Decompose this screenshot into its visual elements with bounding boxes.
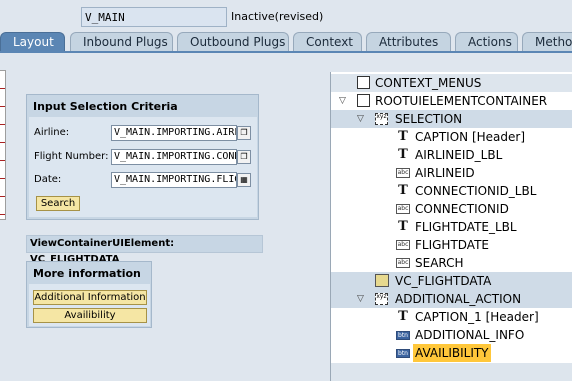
- input-icon: abc: [396, 240, 410, 250]
- collapse-icon[interactable]: ▽: [339, 96, 349, 106]
- view-name-field[interactable]: V_MAIN: [81, 7, 227, 27]
- input-icon: abc: [396, 258, 410, 268]
- tab-outbound-plugs[interactable]: Outbound Plugs: [177, 32, 289, 52]
- tree-item-caption[interactable]: T CAPTION [Header]: [331, 128, 572, 146]
- tree-item-selection[interactable]: ▽ xyz SELECTION: [331, 110, 572, 128]
- tree-item-additional-info[interactable]: btn ADDITIONAL_INFO: [331, 326, 572, 344]
- tab-layout[interactable]: Layout: [0, 32, 65, 52]
- tab-attributes[interactable]: Attributes: [366, 32, 451, 52]
- box-icon: [357, 94, 370, 107]
- more-information-body: Additional Information Availibility: [29, 284, 150, 326]
- tree-item-context-menus[interactable]: CONTEXT_MENUS: [331, 74, 572, 92]
- collapse-icon[interactable]: ▽: [357, 114, 367, 124]
- tab-methods[interactable]: Methods: [522, 32, 572, 52]
- additional-information-button[interactable]: Additional Information: [33, 290, 147, 305]
- tab-underline: [0, 51, 572, 53]
- tree-item-flightdate-lbl[interactable]: T FLIGHTDATE_LBL: [331, 218, 572, 236]
- tree-item-rootuielementcontainer[interactable]: ▽ ROOTUIELEMENTCONTAINER: [331, 92, 572, 110]
- collapse-icon[interactable]: ▽: [357, 294, 367, 304]
- input-icon: abc: [396, 168, 410, 178]
- label-icon: T: [398, 183, 408, 198]
- button-icon: btn: [396, 331, 410, 340]
- tab-actions[interactable]: Actions: [455, 32, 518, 52]
- input-icon: abc: [396, 204, 410, 214]
- availibility-button[interactable]: Availibility: [33, 308, 147, 323]
- tree-item-vc-flightdata[interactable]: VC_FLIGHTDATA: [331, 272, 572, 290]
- tree-item-connectionid[interactable]: abc CONNECTIONID: [331, 200, 572, 218]
- date-label: Date:: [34, 174, 62, 185]
- tab-context[interactable]: Context: [293, 32, 362, 52]
- date-input[interactable]: V_MAIN.IMPORTING.FLIGHTDATE: [111, 172, 237, 188]
- tree-item-availibility[interactable]: btn AVAILIBILITY: [331, 344, 572, 362]
- flight-number-label: Flight Number:: [34, 151, 109, 162]
- tree-item-airlineid-lbl[interactable]: T AIRLINEID_LBL: [331, 146, 572, 164]
- more-information-title: More information: [33, 267, 141, 280]
- view-status-text: Inactive(revised): [231, 10, 324, 23]
- input-selection-body: Airline: V_MAIN.IMPORTING.AIRLINEID ❐ Fl…: [29, 117, 257, 217]
- view-container-icon: [375, 274, 389, 287]
- button-icon: btn: [396, 349, 410, 358]
- input-selection-title: Input Selection Criteria: [33, 100, 178, 113]
- tree-item-flightdate[interactable]: abc FLIGHTDATE: [331, 236, 572, 254]
- left-scroll-strip[interactable]: [0, 70, 6, 220]
- airline-label: Airline:: [34, 127, 70, 138]
- more-information-group: More information Additional Information …: [26, 261, 152, 328]
- view-container-element[interactable]: ViewContainerUIElement: VC_FLIGHTDATA: [26, 235, 263, 265]
- tree-bottom-area: [331, 363, 572, 381]
- input-selection-group: Input Selection Criteria Airline: V_MAIN…: [26, 94, 259, 220]
- group-icon: xyz: [375, 293, 388, 305]
- caption-icon: T: [398, 129, 408, 144]
- tree-item-additional-action[interactable]: ▽ xyz ADDITIONAL_ACTION: [331, 290, 572, 308]
- tree-item-connectionid-lbl[interactable]: T CONNECTIONID_LBL: [331, 182, 572, 200]
- airline-input[interactable]: V_MAIN.IMPORTING.AIRLINEID: [111, 125, 237, 141]
- caption-icon: T: [398, 309, 408, 324]
- group-icon: xyz: [375, 113, 388, 125]
- tree-item-search[interactable]: abc SEARCH: [331, 254, 572, 272]
- flight-number-help-icon[interactable]: ❐: [237, 150, 251, 164]
- search-button[interactable]: Search: [36, 196, 80, 211]
- label-icon: T: [398, 147, 408, 162]
- tree-item-airlineid[interactable]: abc AIRLINEID: [331, 164, 572, 182]
- flight-number-input[interactable]: V_MAIN.IMPORTING.CONNECTIONID: [111, 149, 237, 165]
- tab-inbound-plugs[interactable]: Inbound Plugs: [70, 32, 173, 52]
- label-icon: T: [398, 219, 408, 234]
- airline-help-icon[interactable]: ❐: [237, 126, 251, 140]
- calendar-icon[interactable]: ▦: [237, 173, 251, 187]
- ui-element-tree: CONTEXT_MENUS ▽ ROOTUIELEMENTCONTAINER ▽…: [330, 72, 572, 381]
- tab-strip: Layout Inbound Plugs Outbound Plugs Cont…: [0, 32, 572, 52]
- box-icon: [357, 76, 370, 89]
- tree-item-caption-1[interactable]: T CAPTION_1 [Header]: [331, 308, 572, 326]
- view-header: V_MAIN Inactive(revised): [0, 0, 572, 32]
